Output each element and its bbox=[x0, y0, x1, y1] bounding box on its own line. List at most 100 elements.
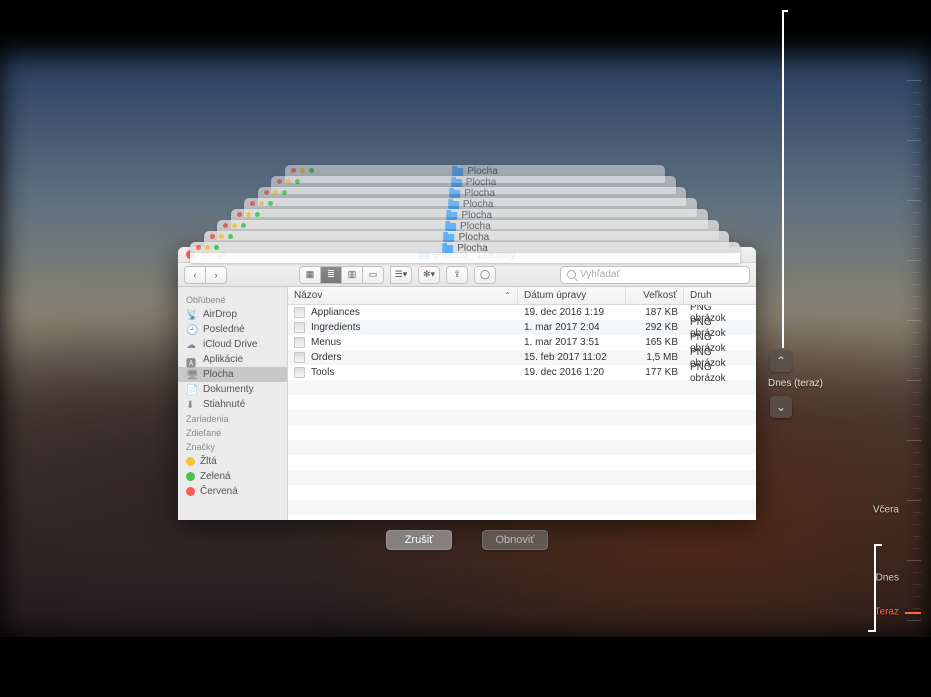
sidebar-item-label: iCloud Drive bbox=[203, 339, 257, 350]
file-name: Menus bbox=[311, 337, 341, 348]
table-row[interactable]: Tools19. dec 2016 1:20177 KBPNG obrázok bbox=[288, 365, 756, 380]
file-date: 19. dec 2016 1:19 bbox=[518, 307, 626, 318]
icon-view-button[interactable]: ▦ bbox=[299, 266, 321, 284]
file-icon bbox=[294, 352, 305, 363]
tag-dot-icon bbox=[186, 487, 195, 496]
letterbox-bottom bbox=[0, 637, 931, 697]
ruler-label-yesterday: Včera bbox=[873, 505, 899, 516]
file-date: 1. mar 2017 2:04 bbox=[518, 322, 626, 333]
restore-button[interactable]: Obnoviť bbox=[482, 530, 548, 550]
sidebar-icon: 🕘 bbox=[186, 325, 198, 335]
search-field[interactable]: Vyhľadať bbox=[560, 266, 750, 284]
history-window[interactable]: Plocha bbox=[190, 242, 740, 263]
nav-buttons: ‹ › bbox=[184, 266, 227, 284]
sidebar-icon: 📡 bbox=[186, 310, 198, 320]
sidebar-item-dokumenty[interactable]: 📄 Dokumenty bbox=[178, 382, 287, 397]
file-icon bbox=[294, 337, 305, 348]
timeline-forward-button[interactable]: ⌄ bbox=[770, 396, 792, 418]
file-name: Tools bbox=[311, 367, 334, 378]
tag-dot-icon bbox=[186, 457, 195, 466]
letterbox-top bbox=[0, 0, 931, 55]
sidebar: Obľúbené 📡AirDrop 🕘 Posledné ☁︎ iCloud Drive… bbox=[178, 287, 288, 520]
folder-icon bbox=[449, 190, 460, 198]
sidebar-icon: 📄 bbox=[186, 385, 198, 395]
sidebar-icon: 🖥 bbox=[186, 370, 198, 380]
file-size: 165 KB bbox=[626, 337, 684, 348]
file-date: 15. feb 2017 11:02 bbox=[518, 352, 626, 363]
file-date: 1. mar 2017 3:51 bbox=[518, 337, 626, 348]
folder-icon bbox=[448, 201, 459, 209]
folder-icon bbox=[446, 212, 457, 220]
sidebar-item-posledné[interactable]: 🕘 Posledné bbox=[178, 322, 287, 337]
column-size[interactable]: Veľkosť bbox=[626, 287, 684, 304]
sidebar-tag-zelená[interactable]: Zelená bbox=[178, 469, 287, 484]
file-size: 1,5 MB bbox=[626, 352, 684, 363]
forward-button[interactable]: › bbox=[205, 266, 227, 284]
sidebar-item-label: Dokumenty bbox=[203, 384, 254, 395]
sidebar-tag-label: Žltá bbox=[200, 456, 217, 467]
finder-window: Plocha - Lokálny ‹ › ▦ ≣ ▥ ▭ ☰▾ ✻▾ ⇪ ◯ V… bbox=[178, 247, 756, 520]
file-name: Ingredients bbox=[311, 322, 360, 333]
tags-button[interactable]: ◯ bbox=[474, 266, 496, 284]
table-row-empty bbox=[288, 440, 756, 455]
sidebar-section-shared: Zdieľané bbox=[178, 426, 287, 440]
column-name[interactable]: Názov ⌃ bbox=[288, 287, 518, 304]
ruler-label-now: Teraz bbox=[875, 607, 899, 618]
gallery-view-button[interactable]: ▭ bbox=[362, 266, 384, 284]
sidebar-tag-červená[interactable]: Červená bbox=[178, 484, 287, 499]
sidebar-item-stiahnuté[interactable]: ⬇︎Stiahnuté bbox=[178, 397, 287, 412]
timeline-ruler[interactable]: Včera Dnes Teraz bbox=[903, 80, 921, 622]
sidebar-tag-label: Červená bbox=[200, 486, 238, 497]
sort-arrow-icon: ⌃ bbox=[504, 291, 511, 300]
table-row-empty bbox=[288, 500, 756, 515]
file-date: 19. dec 2016 1:20 bbox=[518, 367, 626, 378]
timeline-back-button[interactable]: ⌃ bbox=[770, 350, 792, 372]
sidebar-icon: ☁︎ bbox=[186, 340, 198, 350]
timeline-current-label: Dnes (teraz) bbox=[768, 378, 823, 389]
sidebar-item-airdrop[interactable]: 📡AirDrop bbox=[178, 307, 287, 322]
sidebar-item-plocha[interactable]: 🖥 Plocha bbox=[178, 367, 287, 382]
cancel-button[interactable]: Zrušiť bbox=[386, 530, 452, 550]
file-icon bbox=[294, 307, 305, 318]
table-row-empty bbox=[288, 395, 756, 410]
callout-line bbox=[868, 630, 876, 632]
column-view-button[interactable]: ▥ bbox=[341, 266, 363, 284]
folder-icon bbox=[451, 179, 462, 187]
file-size: 292 KB bbox=[626, 322, 684, 333]
table-row-empty bbox=[288, 485, 756, 500]
sidebar-icon: ⬇︎ bbox=[186, 400, 198, 410]
timemachine-controls: Zrušiť Obnoviť bbox=[178, 530, 756, 550]
tag-dot-icon bbox=[186, 472, 195, 481]
sidebar-item-label: Plocha bbox=[203, 369, 234, 380]
sidebar-tag-žltá[interactable]: Žltá bbox=[178, 454, 287, 469]
file-icon bbox=[294, 367, 305, 378]
list-view-button[interactable]: ≣ bbox=[320, 266, 342, 284]
table-row-empty bbox=[288, 470, 756, 485]
ruler-label-today: Dnes bbox=[876, 573, 899, 584]
share-button[interactable]: ⇪ bbox=[446, 266, 468, 284]
file-listing: Názov ⌃ Dátum úpravy Veľkosť Druh Applia… bbox=[288, 287, 756, 520]
file-name: Orders bbox=[311, 352, 342, 363]
folder-icon bbox=[442, 245, 453, 253]
sidebar-section-favorites: Obľúbené bbox=[178, 293, 287, 307]
callout-line bbox=[782, 10, 788, 12]
arrange-button[interactable]: ☰▾ bbox=[390, 266, 412, 284]
table-row-empty bbox=[288, 455, 756, 470]
search-placeholder: Vyhľadať bbox=[580, 269, 620, 280]
callout-line bbox=[876, 544, 882, 546]
file-size: 187 KB bbox=[626, 307, 684, 318]
sidebar-item-label: Posledné bbox=[203, 324, 245, 335]
view-switcher: ▦ ≣ ▥ ▭ bbox=[299, 266, 384, 284]
callout-line bbox=[874, 544, 876, 632]
sidebar-item-aplikácie[interactable]: 🅰︎Aplikácie bbox=[178, 352, 287, 367]
search-icon bbox=[567, 270, 576, 279]
column-kind[interactable]: Druh bbox=[684, 287, 756, 304]
toolbar: ‹ › ▦ ≣ ▥ ▭ ☰▾ ✻▾ ⇪ ◯ Vyhľadať bbox=[178, 263, 756, 287]
action-button[interactable]: ✻▾ bbox=[418, 266, 440, 284]
arrange-group: ☰▾ bbox=[390, 266, 412, 284]
sidebar-section-tags: Značky bbox=[178, 440, 287, 454]
file-size: 177 KB bbox=[626, 367, 684, 378]
column-date[interactable]: Dátum úpravy bbox=[518, 287, 626, 304]
sidebar-item-icloud drive[interactable]: ☁︎ iCloud Drive bbox=[178, 337, 287, 352]
back-button[interactable]: ‹ bbox=[184, 266, 206, 284]
